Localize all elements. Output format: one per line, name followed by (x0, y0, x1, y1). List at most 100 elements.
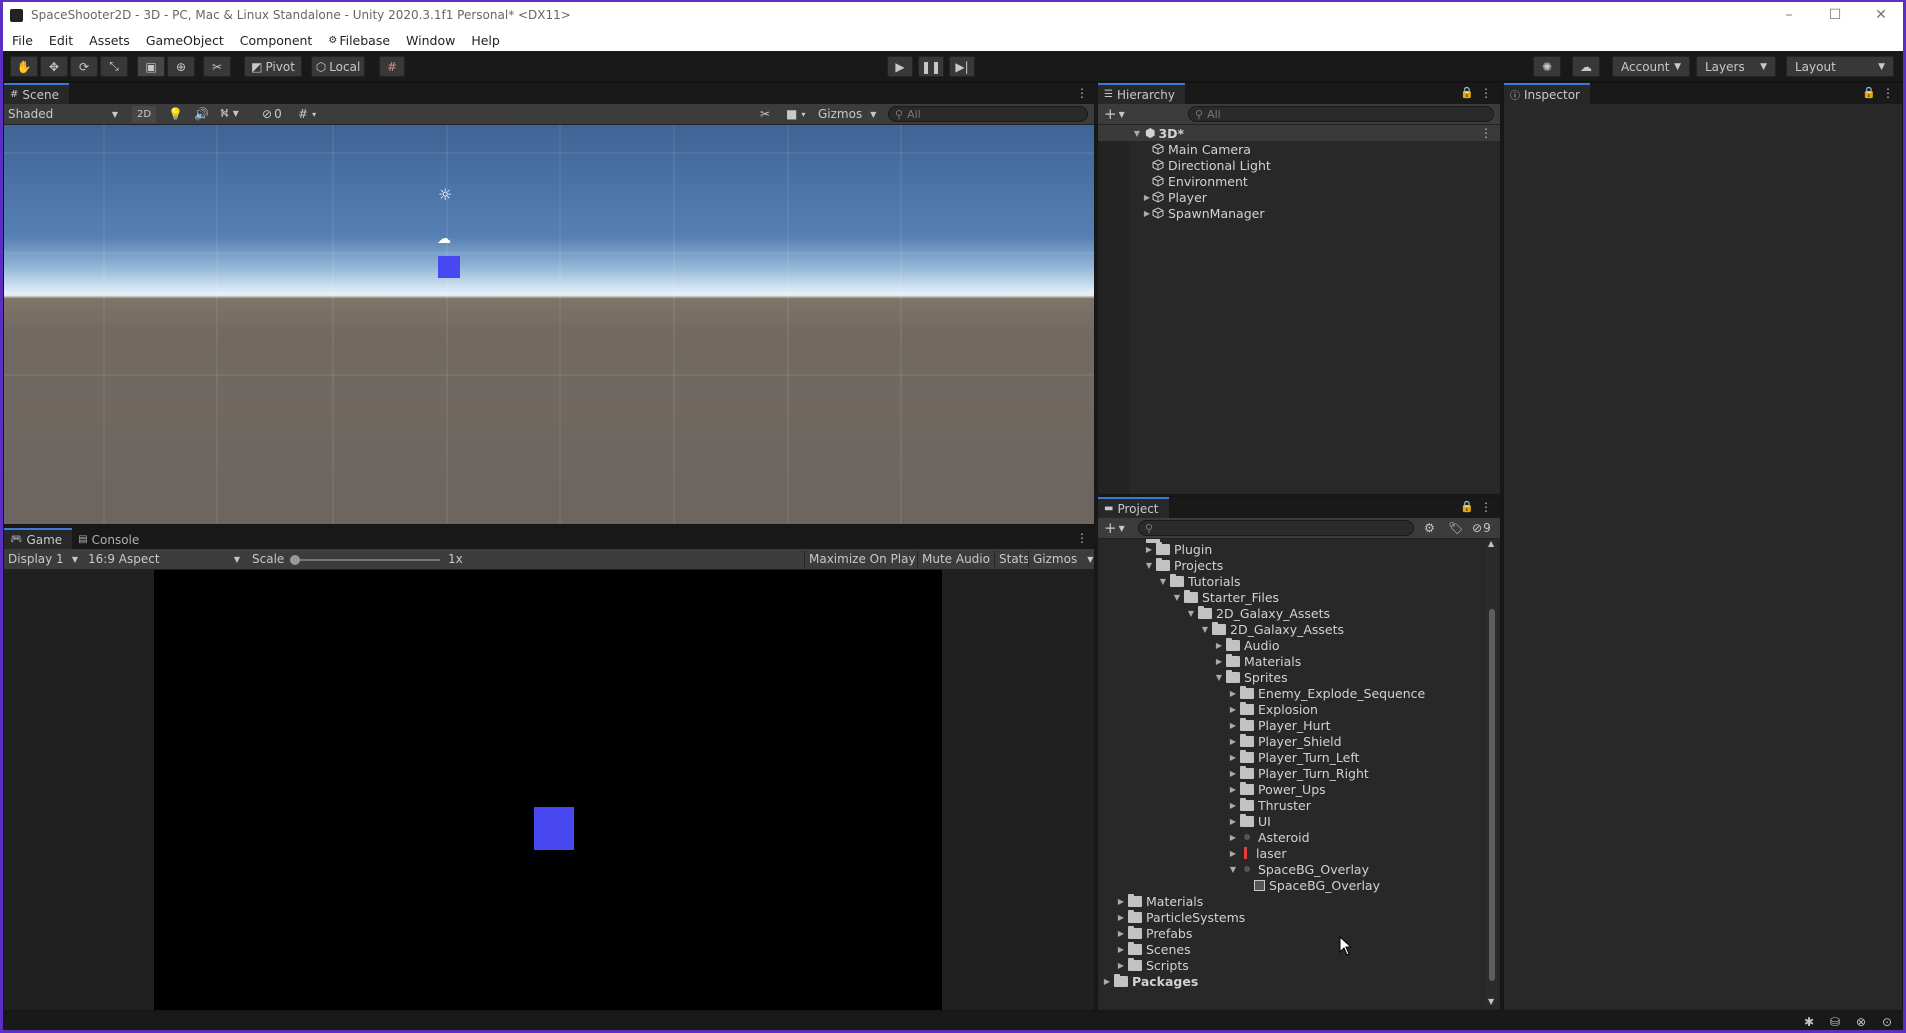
account-dropdown[interactable]: Account ▼ (1612, 56, 1690, 77)
display-dropdown[interactable]: Display 1 ▼ (4, 551, 82, 568)
expand-arrow-icon[interactable]: ▶ (1228, 784, 1238, 794)
collapse-arrow-icon[interactable]: ▼ (1200, 624, 1210, 634)
project-tree-item[interactable]: ▶ Asteroid (1228, 829, 1310, 845)
project-tree-item[interactable]: ▶ Scripts (1116, 957, 1189, 973)
panel-menu-icon[interactable]: ⋮ (1882, 86, 1894, 100)
aspect-dropdown[interactable]: 16:9 Aspect ▼ (84, 551, 244, 568)
search-by-label-button[interactable]: 🏷 (1444, 520, 1467, 537)
hierarchy-item[interactable]: Environment (1142, 173, 1248, 189)
project-scrollbar[interactable]: ▲ ▼ (1486, 539, 1498, 1006)
menu-window[interactable]: Window (406, 33, 455, 48)
expand-arrow-icon[interactable]: ▶ (1228, 800, 1238, 810)
expand-arrow-icon[interactable]: ▶ (1116, 944, 1126, 954)
expand-arrow-icon[interactable]: ▶ (1142, 208, 1152, 218)
collapse-arrow-icon[interactable]: ▼ (1228, 864, 1238, 874)
minimize-button[interactable]: – (1766, 0, 1812, 30)
lighting-toggle[interactable]: 💡 (164, 106, 187, 123)
expand-arrow-icon[interactable]: ▶ (1228, 768, 1238, 778)
project-tree-item[interactable]: ▼ 2D_Galaxy_Assets (1200, 621, 1344, 637)
project-create-dropdown[interactable]: + ▼ (1100, 519, 1129, 537)
lock-icon[interactable]: 🔒 (1862, 86, 1876, 99)
expand-arrow-icon[interactable]: ▶ (1228, 688, 1238, 698)
project-tree-item[interactable]: ▼ Sprites (1214, 669, 1288, 685)
panel-menu-icon[interactable]: ⋮ (1076, 531, 1088, 545)
audio-toggle[interactable]: 🔊 (190, 106, 213, 123)
lock-icon[interactable]: 🔒 (1460, 500, 1474, 513)
hierarchy-item[interactable]: ▶ Player (1142, 189, 1207, 205)
lock-icon[interactable]: 🔒 (1460, 86, 1474, 99)
effects-dropdown[interactable]: ⛕ ▾ (216, 106, 243, 123)
player-cube[interactable] (438, 256, 460, 278)
scroll-up-icon[interactable]: ▲ (1488, 539, 1494, 548)
expand-arrow-icon[interactable]: ▶ (1228, 752, 1238, 762)
cache-icon[interactable]: ⛁ (1830, 1015, 1840, 1029)
project-tree-item[interactable]: ▶ Player_Turn_Right (1228, 765, 1369, 781)
collapse-arrow-icon[interactable]: ▼ (1172, 592, 1182, 602)
tab-game[interactable]: 🎮 Game (4, 528, 73, 549)
project-tree-item[interactable]: ▶ Explosion (1228, 701, 1318, 717)
scene-gizmos-dropdown[interactable]: Gizmos ▼ (814, 106, 880, 123)
project-tree-item[interactable]: ▶ Player_Shield (1228, 733, 1342, 749)
project-tree-item[interactable]: ▼ Projects (1144, 557, 1223, 573)
menu-assets[interactable]: Assets (89, 33, 130, 48)
scene-tools-button[interactable]: ✂ (756, 106, 774, 123)
step-button[interactable]: ▶| (949, 56, 975, 77)
menu-component[interactable]: Component (240, 33, 313, 48)
collab-button[interactable]: ✺ (1533, 56, 1561, 77)
hand-tool-button[interactable]: ✋ (10, 56, 38, 77)
expand-arrow-icon[interactable]: ▶ (1116, 896, 1126, 906)
lighting-icon[interactable]: ⊗ (1856, 1015, 1866, 1029)
expand-arrow-icon[interactable]: ▶ (1116, 960, 1126, 970)
hierarchy-search-input[interactable]: ⚲ All (1188, 106, 1494, 122)
project-tree-item[interactable]: ▶ Player_Turn_Left (1228, 749, 1359, 765)
panel-menu-icon[interactable]: ⋮ (1076, 86, 1088, 100)
tab-inspector[interactable]: ⓘ Inspector (1504, 83, 1590, 104)
cloud-button[interactable]: ☁ (1572, 56, 1600, 77)
menu-edit[interactable]: Edit (49, 33, 73, 48)
project-tree-item[interactable]: ▶ Plugin (1144, 541, 1212, 557)
tab-scene[interactable]: # Scene (4, 83, 69, 104)
project-tree-item[interactable]: ▶ Audio (1214, 637, 1280, 653)
hierarchy-item[interactable]: ▶ SpawnManager (1142, 205, 1265, 221)
mode-2d-toggle[interactable]: 2D (132, 105, 156, 123)
move-tool-button[interactable]: ✥ (40, 56, 68, 77)
bug-icon[interactable]: ✱ (1804, 1015, 1814, 1029)
game-view[interactable] (154, 570, 942, 1010)
local-toggle[interactable]: ⬡ Local (311, 56, 365, 77)
project-tree-item[interactable]: ▶ Prefabs (1116, 925, 1192, 941)
rect-tool-button[interactable]: ▣ (137, 56, 165, 77)
project-tree-item[interactable]: ▶ UI (1228, 813, 1271, 829)
expand-arrow-icon[interactable]: ▶ (1102, 976, 1112, 986)
expand-arrow-icon[interactable]: ▶ (1228, 816, 1238, 826)
pivot-toggle[interactable]: ◩ Pivot (244, 56, 302, 77)
project-tree-item[interactable]: ▶ Power_Ups (1228, 781, 1326, 797)
tab-project[interactable]: ▬ Project (1098, 497, 1169, 518)
grid-snap-button[interactable]: # (379, 56, 405, 77)
expand-arrow-icon[interactable]: ▶ (1142, 192, 1152, 202)
project-tree-item[interactable]: ▼ SpaceBG_Overlay (1228, 861, 1369, 877)
expand-arrow-icon[interactable]: ▶ (1228, 736, 1238, 746)
project-tree-item[interactable]: ▼ Tutorials (1158, 573, 1240, 589)
layout-dropdown[interactable]: Layout ▼ (1786, 56, 1894, 77)
scale-tool-button[interactable]: ⤡ (100, 56, 128, 77)
project-tree-item[interactable]: SpaceBG_Overlay (1242, 877, 1380, 893)
menu-file[interactable]: File (12, 33, 33, 48)
menu-filebase[interactable]: ⚙ Filebase (328, 33, 390, 48)
expand-arrow-icon[interactable]: ▶ (1214, 640, 1224, 650)
search-by-type-button[interactable]: ⚙ (1420, 520, 1439, 537)
tab-hierarchy[interactable]: ☰ Hierarchy (1098, 83, 1185, 104)
menu-gameobject[interactable]: GameObject (146, 33, 224, 48)
scene-search-input[interactable]: ⚲ All (888, 106, 1088, 122)
maximize-on-play-toggle[interactable]: Maximize On Play (804, 550, 920, 568)
rotate-tool-button[interactable]: ⟳ (70, 56, 98, 77)
expand-arrow-icon[interactable]: ▼ (1132, 128, 1142, 138)
project-tree-item[interactable]: ▶ Materials (1116, 893, 1203, 909)
hierarchy-item[interactable]: Main Camera (1142, 141, 1251, 157)
project-search-input[interactable]: ⚲ (1138, 520, 1414, 536)
menu-help[interactable]: Help (471, 33, 500, 48)
hierarchy-item[interactable]: Directional Light (1142, 157, 1271, 173)
game-gizmos-dropdown[interactable]: Gizmos ▼ (1028, 550, 1097, 568)
project-tree-item[interactable]: ▶ ParticleSystems (1116, 909, 1245, 925)
transform-tool-button[interactable]: ⊕ (167, 56, 195, 77)
layers-dropdown[interactable]: Layers ▼ (1696, 56, 1776, 77)
